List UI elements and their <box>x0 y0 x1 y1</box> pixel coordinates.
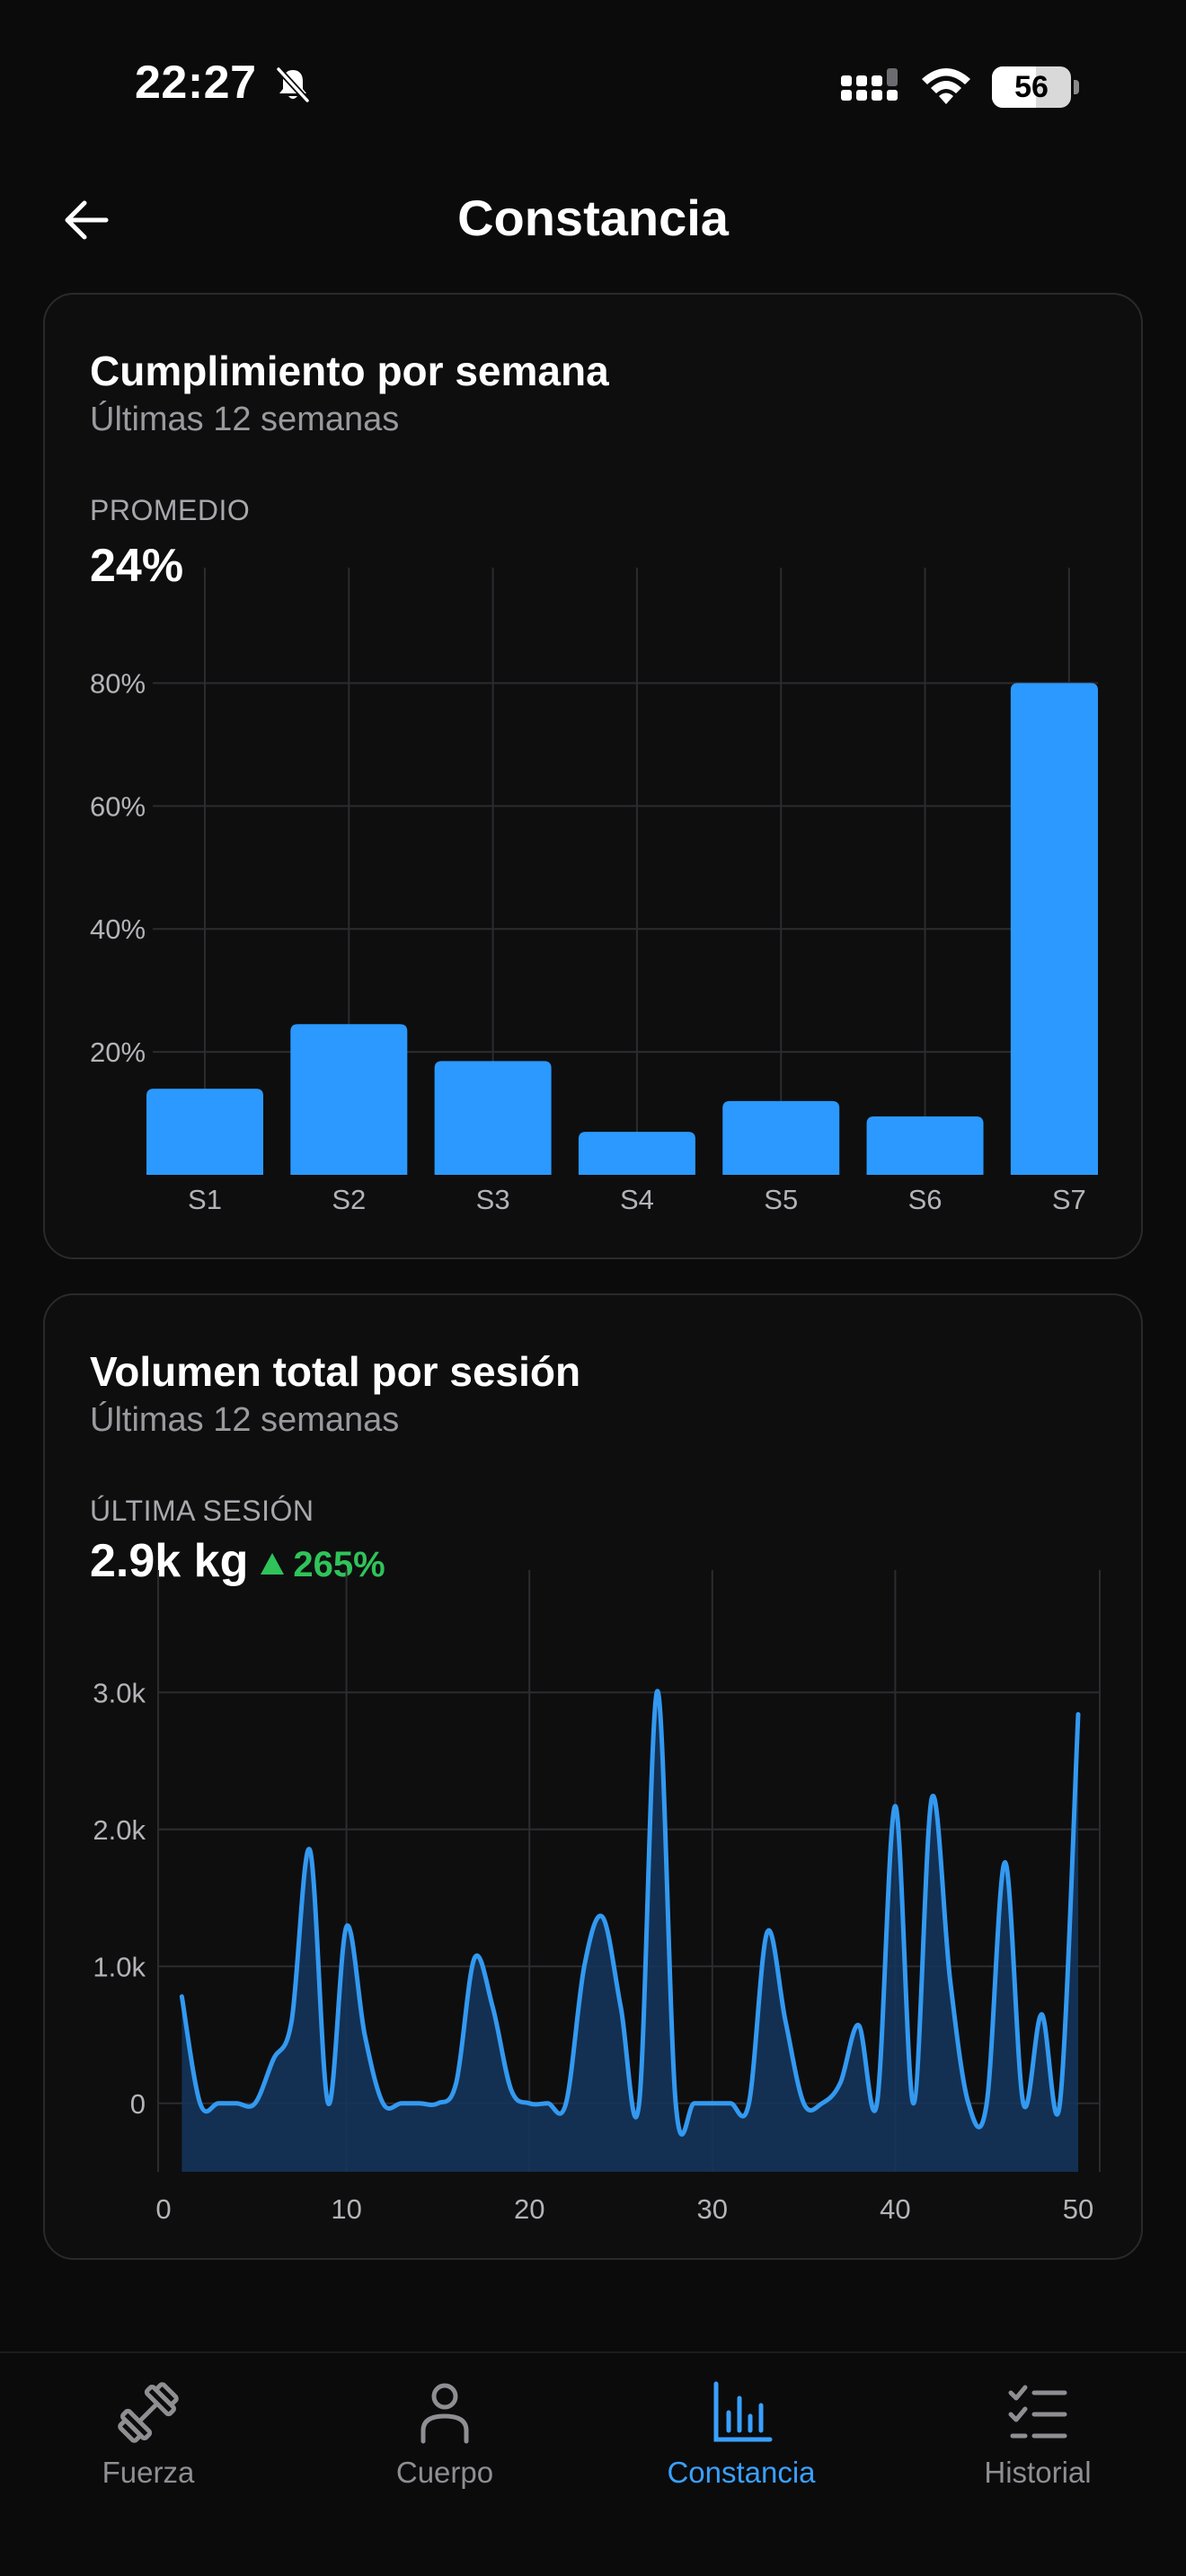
bar-s2 <box>290 1024 408 1175</box>
y-tick-label: 0 <box>130 2088 146 2120</box>
bar-s1 <box>146 1089 263 1175</box>
x-tick-label: 40 <box>880 2193 910 2225</box>
y-tick-label: 1.0k <box>93 1951 146 1982</box>
y-tick-label: 3.0k <box>93 1677 146 1708</box>
x-tick-label: S7 <box>1052 1184 1086 1215</box>
cellular-signal-icon <box>841 68 898 101</box>
nav-label: Cuerpo <box>395 2456 494 2489</box>
battery-level-text: 56 <box>1014 70 1049 104</box>
x-tick-label: 50 <box>1063 2193 1093 2225</box>
session-volume-area-chart: 0 1.0k 2.0k 3.0k 0 10 20 30 40 50 <box>93 1570 1101 2225</box>
checklist-icon <box>1008 2385 1067 2439</box>
nav-label: Historial <box>984 2456 1092 2489</box>
x-tick-label: 30 <box>697 2193 728 2225</box>
x-tick-label: 20 <box>514 2193 544 2225</box>
nav-item-constancia[interactable]: Constancia <box>593 2353 890 2533</box>
bar-s7 <box>1010 683 1098 1175</box>
bell-off-icon <box>276 66 310 103</box>
bar-s5 <box>722 1100 840 1175</box>
status-time: 22:27 <box>135 57 257 109</box>
y-tick-label: 40% <box>90 913 146 945</box>
nav-label: Fuerza <box>102 2456 195 2489</box>
wifi-icon <box>922 68 970 104</box>
x-tick-label: S3 <box>476 1184 510 1215</box>
weekly-compliance-card: Cumplimiento por semana Últimas 12 seman… <box>43 293 1143 1259</box>
x-tick-label: S6 <box>908 1184 943 1215</box>
bar-s4 <box>578 1132 695 1175</box>
x-tick-label: S4 <box>620 1184 654 1215</box>
x-tick-label: S2 <box>332 1184 366 1215</box>
y-tick-label: 2.0k <box>93 1814 146 1846</box>
bar-s6 <box>866 1116 984 1175</box>
y-tick-label: 80% <box>90 667 146 699</box>
bar-s3 <box>434 1061 552 1175</box>
nav-label: Constancia <box>667 2456 816 2489</box>
status-bar: 22:27 56 <box>0 0 1186 171</box>
bottom-nav: Fuerza Cuerpo Constancia Historial <box>0 2351 1186 2576</box>
person-icon <box>420 2383 469 2444</box>
page-title: Constancia <box>457 190 729 246</box>
bar-chart-icon <box>713 2381 773 2442</box>
y-tick-label: 20% <box>90 1037 146 1068</box>
x-tick-label: 0 <box>155 2193 171 2225</box>
x-tick-label: S1 <box>188 1184 222 1215</box>
nav-item-fuerza[interactable]: Fuerza <box>0 2353 296 2533</box>
session-volume-card: Volumen total por sesión Últimas 12 sema… <box>43 1293 1143 2260</box>
x-tick-label: S5 <box>764 1184 798 1215</box>
y-tick-label: 60% <box>90 790 146 822</box>
dumbbell-icon <box>118 2382 179 2443</box>
battery-indicator: 56 <box>992 66 1079 108</box>
nav-item-cuerpo[interactable]: Cuerpo <box>296 2353 593 2533</box>
x-tick-label: 10 <box>331 2193 361 2225</box>
weekly-bar-chart: 20% 40% 60% 80% S1 S2 S3 S4 S5 S6 S7 <box>90 568 1098 1215</box>
nav-item-historial[interactable]: Historial <box>890 2353 1186 2533</box>
screen: 22:27 56 Constancia Cumplimiento por sem… <box>0 0 1186 2576</box>
